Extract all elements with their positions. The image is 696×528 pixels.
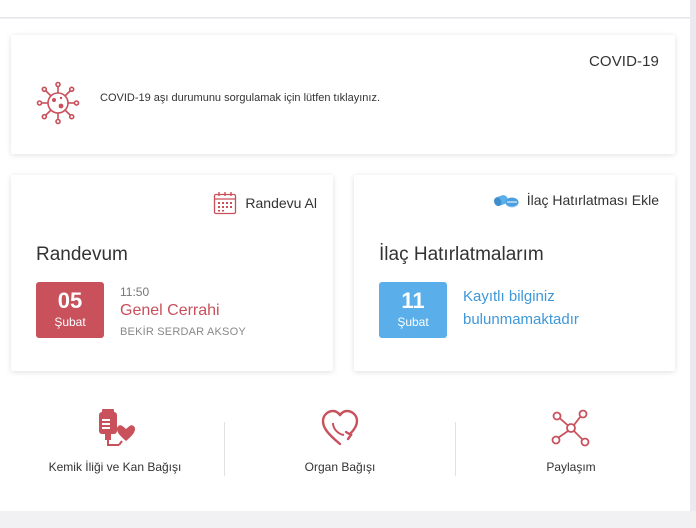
scrollbar-track[interactable] [690,0,696,528]
covid-query-text[interactable]: COVID-19 aşı durumunu sorgulamak için lü… [100,92,380,104]
appointment-heading: Randevum [36,244,128,265]
medication-month: Şubat [397,315,429,329]
bottom-strip [0,511,696,528]
blood-donation-link[interactable]: Kemik İliği ve Kan Bağışı [20,408,210,488]
medication-card: İlaç Hatırlatması Ekle İlaç Hatırlatmala… [354,175,675,371]
add-medication-reminder-button[interactable]: İlaç Hatırlatması Ekle [493,191,659,209]
blood-donation-icon [20,408,210,448]
add-medication-reminder-label: İlaç Hatırlatması Ekle [526,192,659,208]
appointment-doctor: BEKİR SERDAR AKSOY [120,326,246,338]
covid-title: COVID-19 [589,53,659,70]
medication-date-badge: 11 Şubat [379,282,447,338]
organ-donation-link[interactable]: Organ Bağışı [245,408,435,488]
share-network-icon [476,408,666,448]
appointment-department[interactable]: Genel Cerrahi [120,302,220,320]
medication-heading: İlaç Hatırlatmalarım [379,244,544,265]
book-appointment-label: Randevu Al [245,195,317,211]
organ-donation-heart-icon [245,408,435,448]
top-strip [0,0,696,18]
appointment-time: 11:50 [120,285,150,299]
appointment-day: 05 [57,288,83,313]
blood-donation-label: Kemik İliği ve Kan Bağışı [48,460,182,474]
pill-icon [493,191,519,209]
appointment-month: Şubat [54,315,86,329]
share-link[interactable]: Paylaşım [476,408,666,488]
calendar-icon [213,191,237,215]
appointment-card: Randevu Al Randevum 05 Şubat 11:50 Genel… [11,175,333,371]
virus-icon [36,81,80,125]
book-appointment-button[interactable]: Randevu Al [213,191,317,215]
organ-donation-label: Organ Bağışı [304,460,376,474]
divider [455,422,456,476]
share-label: Paylaşım [546,460,596,474]
appointment-date-badge: 05 Şubat [36,282,104,338]
medication-day: 11 [401,288,425,313]
covid-card[interactable]: COVID-19 COVID-19 aşı durumunu sorgulama… [11,35,675,154]
divider [224,422,225,476]
medication-empty-message: Kayıtlı bilginiz bulunmamaktadır [463,288,579,328]
